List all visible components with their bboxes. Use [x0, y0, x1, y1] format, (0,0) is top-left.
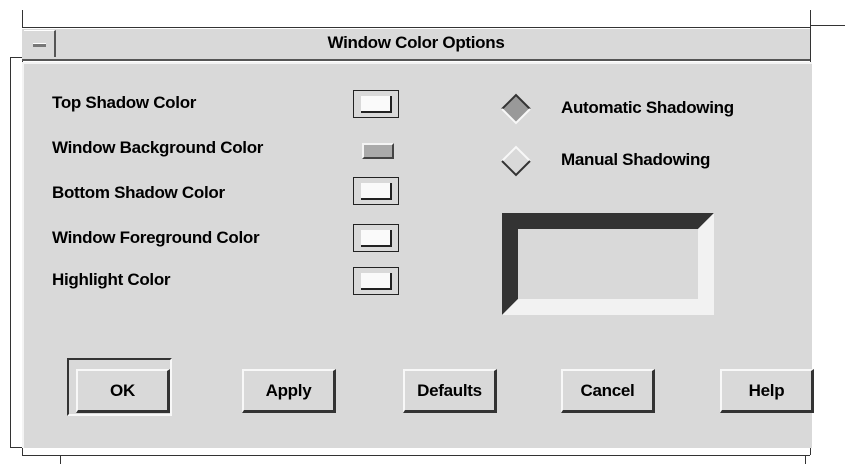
ok-button[interactable]: OK — [76, 369, 170, 413]
shadow-preview — [502, 213, 714, 315]
window-title: Window Color Options — [327, 33, 505, 52]
automatic-shadowing-radio[interactable] — [500, 93, 532, 125]
swatch-face — [361, 96, 392, 113]
defaults-button[interactable]: Defaults — [403, 369, 497, 413]
swatch-face — [361, 183, 392, 200]
window-foreground-color-label: Window Foreground Color — [52, 228, 260, 247]
window-background-color-swatch[interactable] — [362, 143, 394, 159]
top-shadow-color-swatch[interactable] — [353, 90, 399, 118]
top-shadow-color-label: Top Shadow Color — [52, 93, 197, 112]
bottom-shadow-color-swatch[interactable] — [353, 177, 399, 205]
title-bar[interactable]: Window Color Options — [22, 28, 810, 61]
manual-shadowing-radio[interactable] — [500, 145, 532, 177]
frame-bottom-tick-left — [60, 455, 61, 464]
highlight-color-swatch[interactable] — [353, 267, 399, 295]
manual-shadowing-label[interactable]: Manual Shadowing — [561, 150, 710, 170]
bottom-shadow-color-label: Bottom Shadow Color — [52, 183, 225, 202]
highlight-color-label: Highlight Color — [52, 270, 171, 289]
frame-bottom-line — [22, 455, 810, 456]
frame-bottom-tick-right — [805, 455, 806, 464]
help-button[interactable]: Help — [720, 369, 814, 413]
automatic-shadowing-label[interactable]: Automatic Shadowing — [561, 98, 734, 118]
swatch-face — [361, 230, 392, 247]
window-menu-button[interactable] — [24, 30, 56, 57]
window-menu-icon — [33, 43, 46, 47]
frame-right-corner — [810, 25, 845, 26]
window-background-color-label: Window Background Color — [52, 138, 264, 157]
frame-left-lower — [10, 57, 11, 447]
apply-button[interactable]: Apply — [242, 369, 336, 413]
window-foreground-color-swatch[interactable] — [353, 224, 399, 252]
cancel-button[interactable]: Cancel — [561, 369, 655, 413]
swatch-face — [361, 273, 392, 290]
